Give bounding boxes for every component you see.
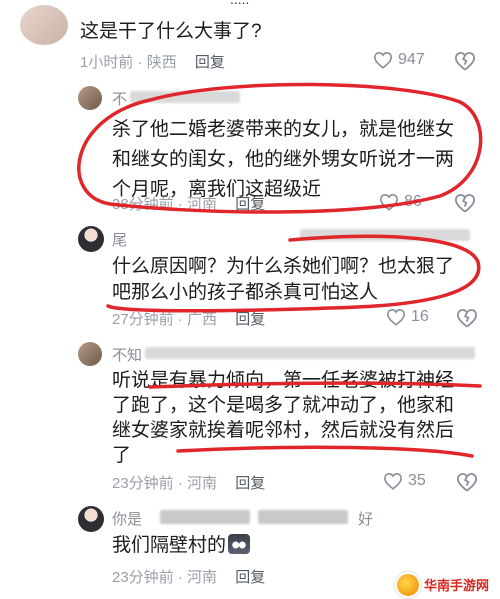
- reply-button[interactable]: 回复: [235, 311, 265, 328]
- comment-meta: 1小时前 · 陕西 回复: [80, 54, 225, 71]
- dislike-button[interactable]: [454, 51, 476, 71]
- redacted-username: [258, 510, 348, 524]
- redacted-username: [160, 510, 250, 524]
- like-button[interactable]: 947: [373, 51, 425, 69]
- comment-meta: 23分钟前 · 河南 回复: [112, 569, 266, 586]
- username-suffix: 好: [358, 511, 374, 528]
- comment-meta: 38分钟前 · 河南 回复: [112, 196, 266, 213]
- redacted-username: [300, 229, 470, 241]
- reply-button[interactable]: 回复: [235, 475, 265, 492]
- dislike-button[interactable]: [454, 193, 476, 213]
- cut-off-header: .....: [0, 0, 500, 8]
- like-count: 16: [411, 308, 429, 325]
- username[interactable]: 不: [112, 88, 127, 109]
- heart-icon: [383, 472, 403, 490]
- comment-text-line: 继女婆家就挨着呢邻村，然后就没有然后: [112, 420, 455, 441]
- comment-text-line: 和继女的闺女，他的继外甥女听说才一两: [112, 149, 455, 170]
- site-watermark: 华南手游网: [395, 570, 500, 599]
- avatar[interactable]: [78, 86, 102, 110]
- comment-text-line: 杀了他二婚老婆带来的女儿，就是他继女: [112, 119, 455, 140]
- watermark-logo-icon: [395, 571, 421, 598]
- avatar[interactable]: [78, 226, 104, 252]
- dislike-button[interactable]: [456, 472, 478, 492]
- husky-emoji-icon: [228, 534, 251, 554]
- like-button[interactable]: 16: [386, 308, 429, 326]
- comment-text: 我们隔壁村的: [112, 531, 251, 561]
- comment-text-line: 吧那么小的孩子都杀真可怕这人: [112, 282, 379, 303]
- heart-icon: [373, 51, 393, 69]
- red-underline-annotation: [176, 445, 474, 458]
- avatar[interactable]: [78, 342, 102, 366]
- username[interactable]: 不知: [112, 344, 142, 365]
- username[interactable]: 你是: [112, 508, 142, 529]
- redacted-username: [145, 347, 475, 359]
- reply-button[interactable]: 回复: [235, 196, 265, 213]
- broken-heart-icon: [454, 52, 476, 71]
- comment-text: 这是干了什么大事了?: [80, 21, 262, 42]
- like-count: 86: [404, 193, 422, 210]
- reply-button[interactable]: 回复: [235, 569, 265, 586]
- username[interactable]: 尾: [112, 229, 127, 250]
- broken-heart-icon: [456, 473, 478, 492]
- broken-heart-icon: [454, 194, 476, 213]
- like-button[interactable]: 35: [383, 472, 426, 490]
- avatar[interactable]: [20, 5, 68, 45]
- dislike-button[interactable]: [456, 308, 478, 328]
- comment-meta: 27分钟前 · 广西 回复: [112, 311, 266, 328]
- comment-text-line: 了: [112, 445, 132, 466]
- reply-button[interactable]: 回复: [195, 54, 225, 71]
- avatar[interactable]: [78, 506, 104, 532]
- heart-icon: [386, 308, 406, 326]
- comment-meta: 23分钟前 · 河南 回复: [112, 475, 266, 492]
- heart-icon: [379, 193, 399, 211]
- broken-heart-icon: [456, 309, 478, 328]
- like-button[interactable]: 86: [379, 193, 422, 211]
- like-count: 947: [398, 51, 425, 68]
- like-count: 35: [408, 472, 426, 489]
- redacted-username: [130, 91, 240, 103]
